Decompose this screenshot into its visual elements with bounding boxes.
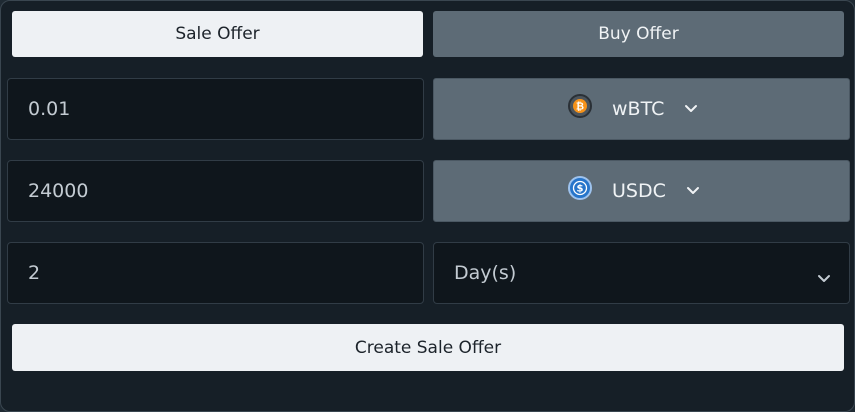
tab-sale-offer[interactable]: Sale Offer bbox=[12, 11, 423, 57]
chevron-down-icon bbox=[684, 104, 698, 114]
buy-token-select[interactable]: $ USDC bbox=[433, 160, 850, 222]
tab-sale-offer-label: Sale Offer bbox=[175, 24, 260, 44]
amount-input[interactable]: 0.01 bbox=[7, 78, 424, 140]
duration-unit-label: Day(s) bbox=[454, 262, 517, 284]
price-value: 24000 bbox=[28, 180, 89, 202]
sell-token-symbol: wBTC bbox=[612, 98, 665, 120]
sell-token-select[interactable]: ₿ wBTC bbox=[433, 78, 850, 140]
create-sale-offer-button[interactable]: Create Sale Offer bbox=[12, 324, 844, 371]
buy-token-symbol: USDC bbox=[612, 180, 666, 202]
chevron-down-icon bbox=[817, 267, 831, 289]
duration-input[interactable]: 2 bbox=[7, 242, 424, 304]
duration-unit-select[interactable]: Day(s) bbox=[433, 242, 850, 304]
bitcoin-icon: ₿ bbox=[568, 94, 592, 118]
duration-value: 2 bbox=[28, 262, 41, 284]
svg-text:$: $ bbox=[577, 184, 584, 195]
create-sale-offer-label: Create Sale Offer bbox=[354, 337, 502, 358]
amount-value: 0.01 bbox=[28, 98, 71, 120]
tab-buy-offer[interactable]: Buy Offer bbox=[433, 11, 844, 57]
offer-form-panel: Sale Offer Buy Offer 0.01 ₿ wBTC 24000 $… bbox=[0, 0, 855, 412]
price-input[interactable]: 24000 bbox=[7, 160, 424, 222]
chevron-down-icon bbox=[686, 186, 700, 196]
usdc-icon: $ bbox=[568, 176, 592, 200]
tab-buy-offer-label: Buy Offer bbox=[598, 24, 679, 44]
svg-text:₿: ₿ bbox=[576, 101, 584, 113]
